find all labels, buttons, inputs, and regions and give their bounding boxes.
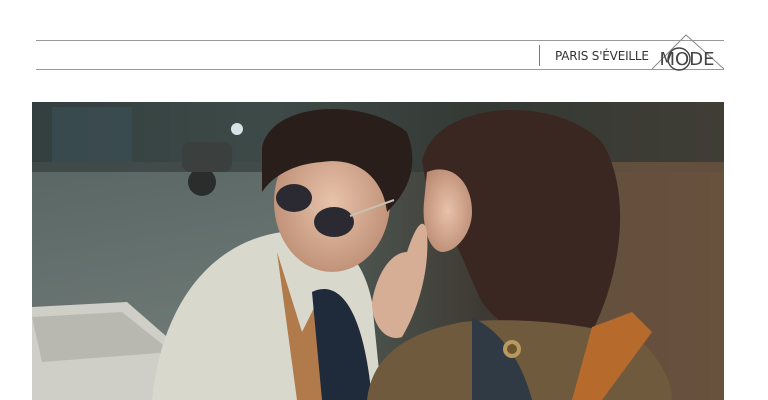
header-top-rule — [36, 40, 724, 41]
header-bottom-rule — [36, 69, 724, 70]
logo-text: MODE — [659, 49, 715, 70]
hero-photo — [32, 102, 724, 400]
mode-logo[interactable]: MODE — [648, 33, 726, 73]
section-kicker: PARIS S'ÉVEILLE — [555, 49, 649, 63]
header-divider — [539, 45, 540, 66]
photo-couple-icon — [32, 102, 724, 400]
